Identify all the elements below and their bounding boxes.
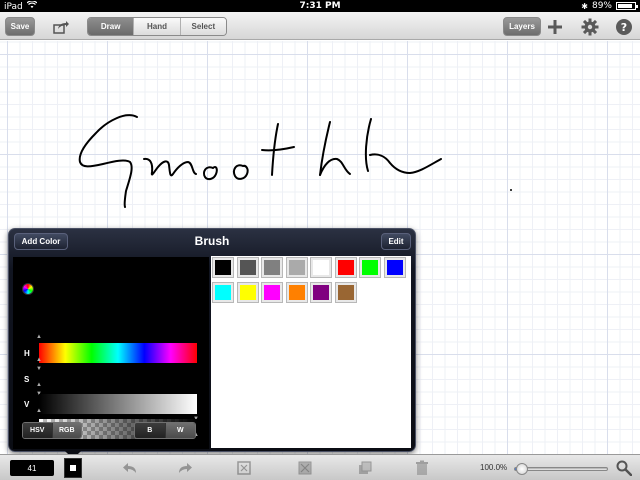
channel-label-v: V [24,400,30,409]
bottom-toolbar: 41 100.0% [0,454,640,480]
save-button[interactable]: Save [5,17,35,36]
gear-icon[interactable] [580,17,600,37]
color-swatch[interactable] [383,257,406,278]
color-mode-toggle: HSV RGB [22,422,82,439]
color-swatch[interactable] [310,257,332,278]
brush-panel: Add Color Brush Edit H ▲ ▲ S ▼ ▲ V ▼ ▲ A… [8,228,416,459]
chevron-down-icon[interactable]: ▲ [36,408,44,414]
color-swatch[interactable] [236,281,259,303]
color-swatch[interactable] [212,281,234,303]
top-toolbar: Save Draw Hand Select Layers ? [0,12,640,40]
layers-button[interactable]: Layers [503,17,541,36]
color-swatch[interactable] [359,257,381,278]
tab-hand[interactable]: Hand [133,18,180,35]
current-color-button[interactable] [64,458,82,478]
color-palette [211,256,411,448]
status-bar: iPad 7:31 PM ✱ 89% [0,0,640,12]
black-white-toggle: B W [134,422,196,439]
plus-icon[interactable] [545,17,565,37]
saturation-slider[interactable] [39,370,197,390]
edit-button[interactable]: Edit [381,233,411,250]
color-swatch[interactable] [310,281,332,303]
hue-slider[interactable] [39,343,197,363]
color-swatch[interactable] [261,281,283,303]
value-slider[interactable] [39,394,197,414]
color-swatch[interactable] [285,281,308,303]
color-swatch[interactable] [334,281,357,303]
color-wheel-icon[interactable] [22,283,34,295]
color-swatch[interactable] [212,257,234,278]
layer-duplicate-icon[interactable] [357,460,373,476]
clock: 7:31 PM [299,1,341,11]
bluetooth-icon: ✱ [581,1,588,11]
battery-icon [616,2,638,10]
color-swatch[interactable] [285,257,308,278]
svg-text:?: ? [621,21,627,34]
brush-icon [70,465,76,471]
zoom-slider-handle[interactable] [516,463,529,475]
channel-label-h: H [24,349,30,358]
channel-label-s: S [24,375,30,384]
panel-title: Brush [194,234,230,248]
trash-icon[interactable] [414,460,430,476]
hsv-button[interactable]: HSV [23,423,52,438]
color-swatch[interactable] [261,257,283,278]
mode-selector: Draw Hand Select [87,17,227,36]
color-swatch[interactable] [236,257,259,278]
rgb-button[interactable]: RGB [51,423,81,438]
layer-merge-icon[interactable] [236,460,252,476]
layer-clear-icon[interactable] [297,460,313,476]
chevron-down-icon[interactable]: ▲ [36,357,44,363]
redo-icon[interactable] [177,460,193,476]
zoom-level: 100.0% [480,463,508,472]
zoom-slider[interactable] [514,463,608,475]
tab-draw[interactable]: Draw [88,18,134,35]
battery-percent: 89% [591,1,612,11]
help-icon[interactable]: ? [614,17,634,37]
share-icon[interactable] [51,17,71,37]
brush-size-display[interactable]: 41 [10,460,54,476]
undo-icon[interactable] [122,460,138,476]
magnifier-icon[interactable] [616,460,632,476]
tab-select[interactable]: Select [179,18,226,35]
white-button[interactable]: W [164,423,195,438]
color-picker: H ▲ ▲ S ▼ ▲ V ▼ ▲ A ▼ ▲ [13,257,209,449]
black-button[interactable]: B [135,423,165,438]
color-swatch[interactable] [334,257,357,278]
chevron-up-icon[interactable]: ▲ [36,334,44,340]
chevron-down-icon[interactable]: ▲ [36,382,44,388]
